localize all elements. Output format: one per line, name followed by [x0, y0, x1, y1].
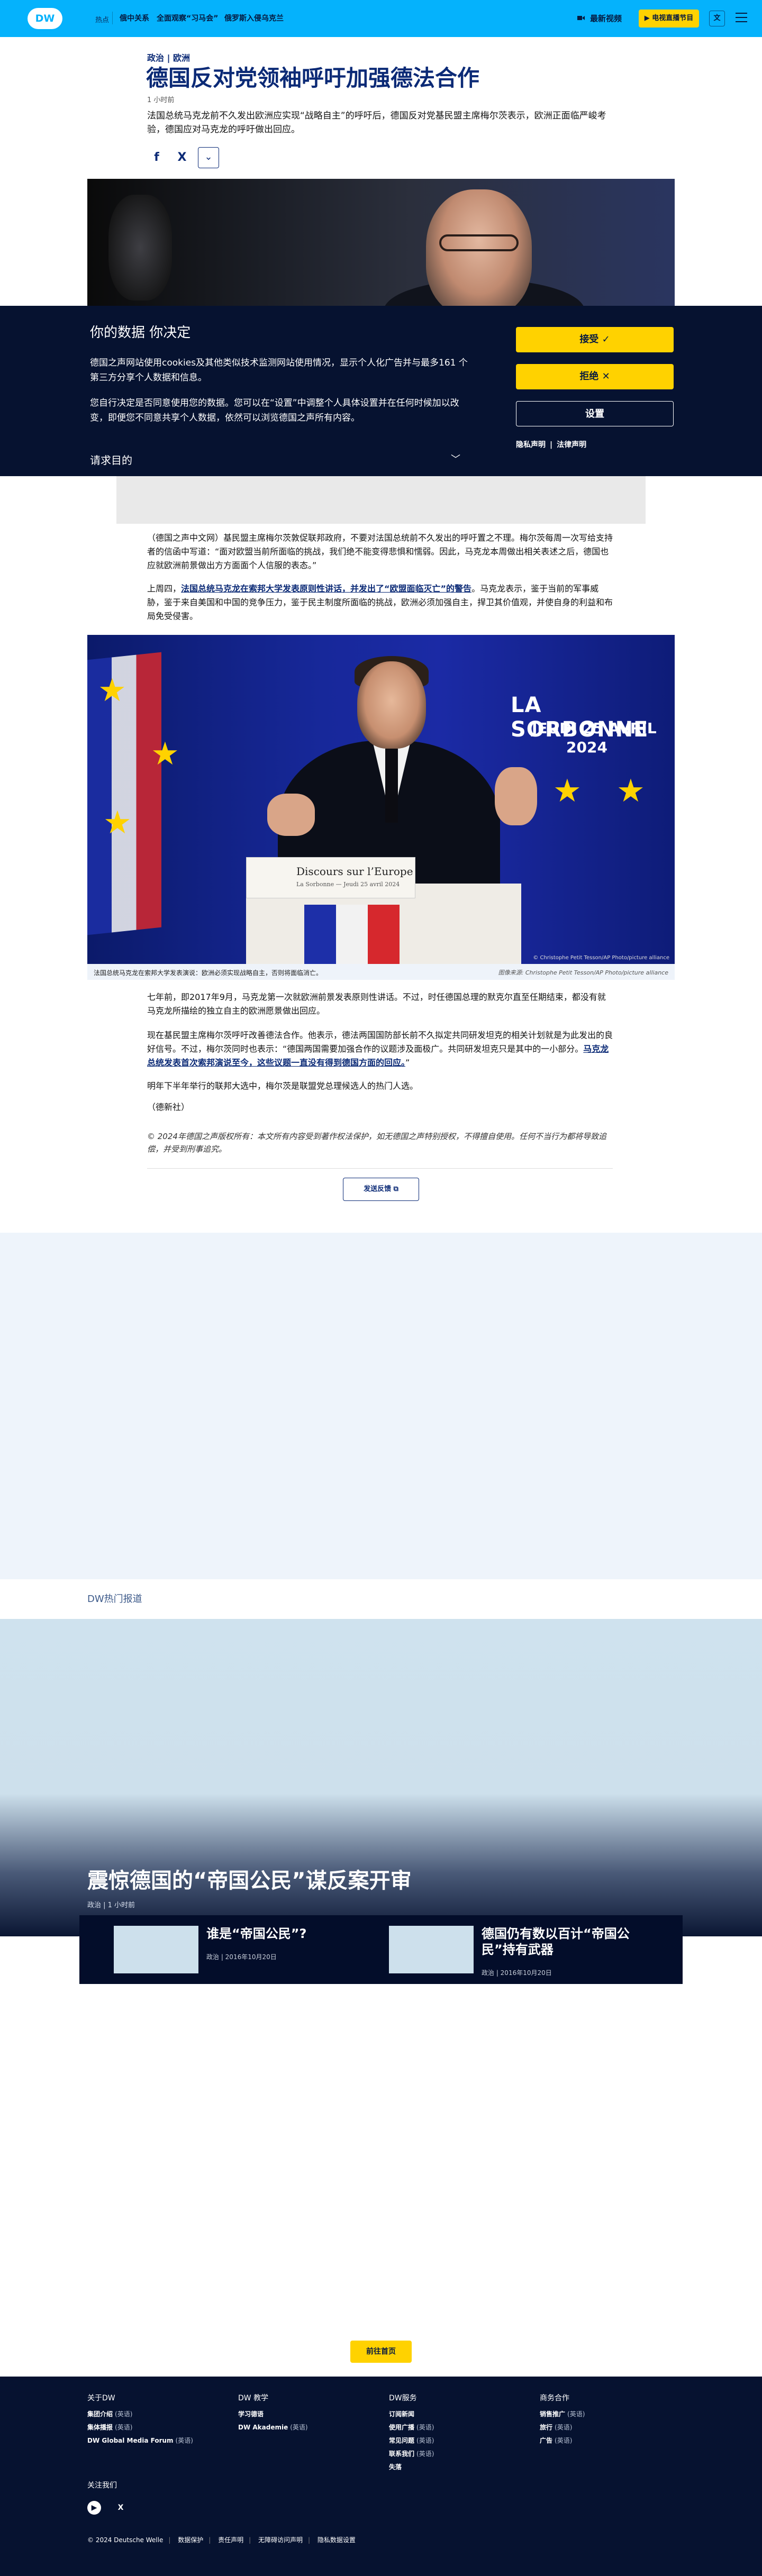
accept-button[interactable]: 接受 ✓	[516, 327, 674, 352]
share-more-button[interactable]: ⌄	[198, 147, 219, 168]
footer-column: DW服务 订阅新闻 使用广播 (英语) 常见问题 (英语) 联系我们 (英语) 失落	[389, 2392, 527, 2475]
video-icon[interactable]	[577, 14, 585, 22]
reject-button[interactable]: 拒绝 ✕	[516, 364, 674, 389]
body-paragraph: 现在基民盟主席梅尔茨呼吁改善德法合作。他表示，德法两国国防部长前不久拟定共同研发…	[147, 1030, 613, 1068]
body-paragraph: 明年下半年举行的联邦大选中，梅尔茨是联盟党总理候选人的热门人选。	[147, 1081, 419, 1091]
hot-topic-link-2[interactable]: 全面观察“习马会”	[157, 13, 218, 23]
live-tv-label: 电视直播节目	[652, 14, 694, 22]
related-story-meta: 政治 | 2016年10月20日	[482, 1969, 552, 1977]
footer-link[interactable]: 数据保护	[178, 2536, 203, 2544]
body-paragraph: （德新社）	[147, 1102, 190, 1112]
footer-column: 商务合作 销售推广 (英语) 旅行 (英语) 广告 (英语)	[540, 2392, 677, 2449]
footer-link[interactable]: 集团介绍 (英语)	[87, 2409, 225, 2418]
copyright-notice: © 2024年德国之声版权所有：本文所有内容受到著作权法保护，如无德国之声特别授…	[147, 1132, 606, 1154]
footer-link[interactable]: 责任声明	[218, 2536, 243, 2544]
footer-link[interactable]: 常见问题 (英语)	[389, 2436, 527, 2445]
divider	[112, 12, 113, 24]
related-story-title[interactable]: 德国仍有数以百计“帝国公民”持有武器	[482, 1926, 651, 1958]
top-story-title[interactable]: 震惊德国的“帝国公民”谋反案开审	[87, 1863, 412, 1894]
article-timestamp: 1 小时前	[147, 96, 175, 104]
facebook-icon[interactable]: f	[146, 147, 167, 168]
section-heading: DW热门报道	[87, 1594, 142, 1605]
podium-text: Discours sur l’Europe	[296, 865, 413, 878]
consent-purposes-toggle[interactable]: 请求目的	[90, 452, 132, 467]
latest-video-link[interactable]: 最新视频	[590, 13, 622, 24]
body-paragraph: 七年前，即2017年9月，马克龙第一次就欧洲前景发表原则性讲话。不过，时任德国总…	[147, 992, 606, 1016]
body-paragraph: 上周四，法国总统马克龙在索邦大学发表原则性讲话，并发出了“欧盟面临灭亡”的警告。…	[147, 584, 613, 621]
article-teaser: 法国总统马克龙前不久发出欧洲应实现“战略自主”的呼吁后，德国反对党基民盟主席梅尔…	[147, 111, 606, 135]
hot-topics-label: 热点	[95, 16, 110, 24]
consent-text-2: 您自行决定是否同意使用您的数据。您可以在“设置”中调整个人具体设置并在任何时候加…	[90, 398, 459, 423]
footer-link[interactable]: DW Global Media Forum (英语)	[87, 2436, 225, 2445]
live-tv-button[interactable]: ▶ 电视直播节目	[639, 10, 699, 28]
follow-us-label: 关注我们	[87, 2481, 117, 2490]
x-icon[interactable]: X	[114, 2501, 128, 2515]
breadcrumb[interactable]: 政治 | 欧洲	[147, 51, 190, 63]
related-story-title[interactable]: 谁是“帝国公民”?	[206, 1926, 376, 1942]
related-thumbnail[interactable]	[389, 1926, 474, 1973]
article-link[interactable]: 法国总统马克龙在索邦大学发表原则性讲话，并发出了“欧盟面临灭亡”的警告	[181, 584, 471, 594]
caption-credit: 图像来源: Christophe Petit Tesson/AP Photo/p…	[498, 969, 668, 976]
hot-topic-link-1[interactable]: 俄中关系	[120, 13, 149, 23]
feedback-button[interactable]: 发送反馈 ⧉	[343, 1178, 419, 1201]
settings-button[interactable]: 设置	[516, 401, 674, 426]
footer-column: DW 教学 学习德语 DW Akademie (英语)	[238, 2392, 376, 2436]
privacy-link[interactable]: 隐私声明	[516, 441, 546, 449]
footer-copyright: © 2024 Deutsche Welle	[87, 2536, 164, 2544]
dw-logo[interactable]: DW	[28, 8, 62, 29]
footer-link[interactable]: 集体播报 (英语)	[87, 2423, 225, 2432]
footer-link[interactable]: DW Akademie (英语)	[238, 2423, 376, 2432]
body-paragraph: （德国之声中文网）基民盟主席梅尔茨敦促联邦政府，不要对法国总统前不久发出的呼吁置…	[147, 533, 613, 570]
footer-link[interactable]: 联系我们 (英语)	[389, 2449, 527, 2458]
x-icon[interactable]: X	[171, 147, 193, 168]
top-navigation-bar: DW 热点 俄中关系 全面观察“习马会” 俄罗斯入侵乌克兰 最新视频 ▶ 电视直…	[0, 0, 762, 37]
footer-link[interactable]: 失落	[389, 2462, 527, 2471]
ad-slot	[0, 1233, 762, 1579]
footer-link[interactable]: 订阅新闻	[389, 2409, 527, 2418]
consent-links: 隐私声明 | 法律声明	[516, 441, 587, 449]
related-thumbnail[interactable]	[114, 1926, 198, 1973]
photo-caption: 法国总统马克龙在索邦大学发表演说：欧洲必须实现战略自主，否则将面临消亡。 图像来…	[87, 964, 675, 980]
footer-link[interactable]: 广告 (英语)	[540, 2436, 677, 2445]
article-photo: ★ ★ ★ ★ ★ ★ LA SORBONNE JEUDI 25 AVRIL 2…	[87, 635, 675, 964]
ad-slot	[116, 476, 646, 524]
footer-link[interactable]: 学习德语	[238, 2409, 376, 2418]
footer-link[interactable]: 旅行 (英语)	[540, 2423, 677, 2432]
legal-link[interactable]: 法律声明	[557, 441, 586, 449]
photo-text: JEUDI 25 AVRIL	[532, 720, 657, 737]
footer-link[interactable]: 隐私数据设置	[318, 2536, 356, 2544]
youtube-icon[interactable]: ▶	[87, 2501, 101, 2515]
divider	[147, 1168, 613, 1169]
article-headline: 德国反对党领袖呼吁加强德法合作	[146, 65, 480, 91]
go-home-button[interactable]: 前往首页	[350, 2341, 412, 2363]
top-story-meta: 政治 | 1 小时前	[87, 1901, 135, 1909]
hot-topic-link-3[interactable]: 俄罗斯入侵乌克兰	[224, 13, 284, 23]
caption-text: 法国总统马克龙在索邦大学发表演说：欧洲必须实现战略自主，否则将面临消亡。	[94, 969, 323, 977]
photo-text: 2024	[566, 739, 607, 756]
language-switch-button[interactable]: 文	[709, 11, 725, 26]
consent-title: 你的数据 你决定	[90, 325, 191, 341]
footer-column: 关于DW 集团介绍 (英语) 集体播报 (英语) DW Global Media F…	[87, 2392, 225, 2449]
menu-icon[interactable]	[736, 13, 747, 23]
photo-watermark: © Christophe Petit Tesson/AP Photo/pictu…	[533, 955, 669, 961]
footer-link[interactable]: 无障碍访问声明	[258, 2536, 303, 2544]
hero-image	[87, 179, 675, 306]
related-story-meta: 政治 | 2016年10月20日	[206, 1953, 277, 1961]
chevron-down-icon[interactable]: ﹀	[451, 452, 460, 466]
consent-text: 德国之声网站使用cookies及其他类似技术监测网站使用情况，显示个人化广告并与…	[90, 358, 468, 383]
footer-link[interactable]: 使用广播 (英语)	[389, 2423, 527, 2432]
footer-legal-links: © 2024 Deutsche Welle | 数据保护 | 责任声明 | 无障碍访问…	[87, 2536, 356, 2544]
podium-text: La Sorbonne — Jeudi 25 avril 2024	[296, 881, 400, 888]
footer-link[interactable]: 销售推广 (英语)	[540, 2409, 677, 2418]
